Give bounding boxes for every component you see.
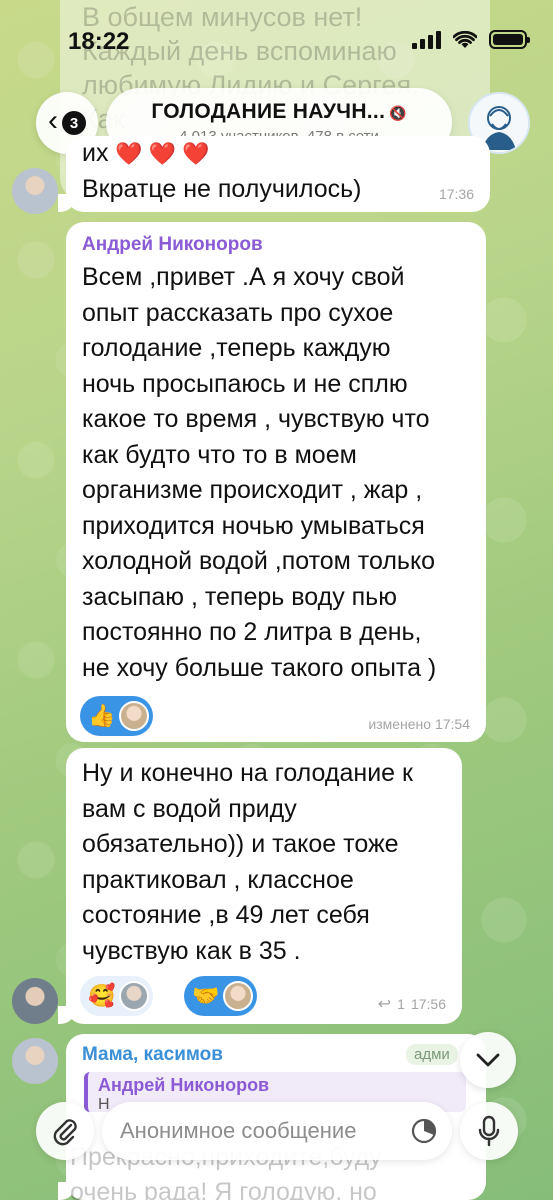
message-prefix: их xyxy=(82,139,109,167)
forward-icon: ↩ xyxy=(377,996,392,1013)
admin-badge: адми xyxy=(406,1044,458,1065)
scroll-down-button[interactable] xyxy=(460,1032,516,1088)
message-bubble[interactable]: их ❤️ ❤️ ❤️ Вкратце не получилось) 17:36 xyxy=(58,136,490,212)
message-line: постоянно по 2 литра в день, xyxy=(82,618,422,646)
message-text: Ну и конечно на голодание к вам с водой … xyxy=(82,756,413,969)
back-chevron-icon: ‹ xyxy=(48,104,58,137)
message-input-bar: Анонимное сообщение xyxy=(0,1100,553,1200)
attach-button[interactable] xyxy=(36,1102,94,1160)
sender-name[interactable]: Андрей Никоноров xyxy=(82,234,263,256)
message-line: обязательно)) и такое тоже xyxy=(82,830,399,858)
message-line: как будто что то в моем xyxy=(82,440,357,469)
message-line: состояние ,в 49 лет себя xyxy=(82,901,370,929)
input-placeholder: Анонимное сообщение xyxy=(120,1118,357,1143)
sender-avatar[interactable] xyxy=(12,168,58,214)
chat-title: ГОЛОДАНИЕ НАУЧН... xyxy=(151,100,386,123)
chevron-down-icon xyxy=(476,1053,500,1067)
reaction-emoji: 🤝 xyxy=(192,983,220,1008)
wifi-icon xyxy=(453,30,477,48)
message-meta: ↩ 1 17:56 xyxy=(378,994,446,1014)
message-line: организме происходит , жар , xyxy=(82,476,423,504)
hearts-emoji: ❤️ ❤️ ❤️ xyxy=(115,141,210,166)
message-line: голодание ,теперь каждую xyxy=(82,334,391,362)
message-line: практиковал , классное xyxy=(82,865,354,894)
message-line: не хочу больше такого опыта ) xyxy=(82,653,437,682)
message-line: холодной водой ,потом только xyxy=(82,547,436,575)
message-line: ночь просыпаюсь и не сплю xyxy=(82,369,408,398)
reaction-handshake[interactable]: 🤝 xyxy=(184,976,258,1016)
reaction-avatar xyxy=(119,981,150,1011)
mute-icon: 🔇 xyxy=(389,105,407,121)
sender-avatar[interactable] xyxy=(12,1038,58,1084)
message-line: Ну и конечно на голодание к xyxy=(82,759,413,787)
signal-icon xyxy=(412,30,441,49)
message-line: опыт рассказать про сухое xyxy=(82,298,394,327)
message-input[interactable]: Анонимное сообщение xyxy=(102,1102,452,1160)
battery-icon xyxy=(489,30,530,49)
message-text: Вкратце не получилось) xyxy=(82,175,362,203)
message-line: чувствую как в 35 . xyxy=(82,936,301,965)
reaction-emoji: 🥰 xyxy=(88,983,116,1008)
forward-count: 1 xyxy=(397,996,405,1012)
voice-message-button[interactable] xyxy=(460,1102,518,1160)
reaction-smiling-hearts[interactable]: 🥰 xyxy=(80,976,154,1016)
status-time: 18:22 xyxy=(68,28,130,55)
reaction-emoji: 👍 xyxy=(88,703,116,728)
timer-icon[interactable] xyxy=(410,1117,438,1145)
message-line: вам с водой приду xyxy=(82,794,297,823)
chat-title-row: ГОЛОДАНИЕ НАУЧН... 🔇 xyxy=(106,100,452,124)
reaction-avatar xyxy=(223,981,254,1011)
status-bar: 18:22 xyxy=(0,0,553,80)
reaction-thumbs-up[interactable]: 👍 xyxy=(80,696,154,736)
mic-icon xyxy=(478,1115,500,1147)
message-time: 17:56 xyxy=(410,996,446,1012)
message-time: 17:36 xyxy=(438,186,474,202)
message-bubble[interactable]: Андрей Никоноров Всем ,привет .А я хочу … xyxy=(66,222,486,742)
message-bubble[interactable]: Ну и конечно на голодание к вам с водой … xyxy=(58,748,462,1024)
attach-icon xyxy=(53,1119,77,1146)
sender-name[interactable]: Мама, касимов xyxy=(82,1044,223,1066)
message-line: засыпаю , теперь воду пью xyxy=(82,582,397,611)
reply-sender: Андрей Никоноров xyxy=(98,1075,270,1095)
message-text: Всем ,привет .А я хочу свой опыт рассказ… xyxy=(82,260,436,686)
message-edited-time: изменено 17:54 xyxy=(368,716,470,732)
unread-badge: 3 xyxy=(62,111,86,135)
message-line: Всем ,привет .А я хочу свой xyxy=(82,263,405,291)
sender-avatar[interactable] xyxy=(12,978,58,1024)
message-line: какое то время , чувствую что xyxy=(82,405,430,433)
status-icons xyxy=(412,30,530,49)
reaction-avatar xyxy=(119,701,150,731)
message-line: приходится ночью умываться xyxy=(82,511,425,540)
